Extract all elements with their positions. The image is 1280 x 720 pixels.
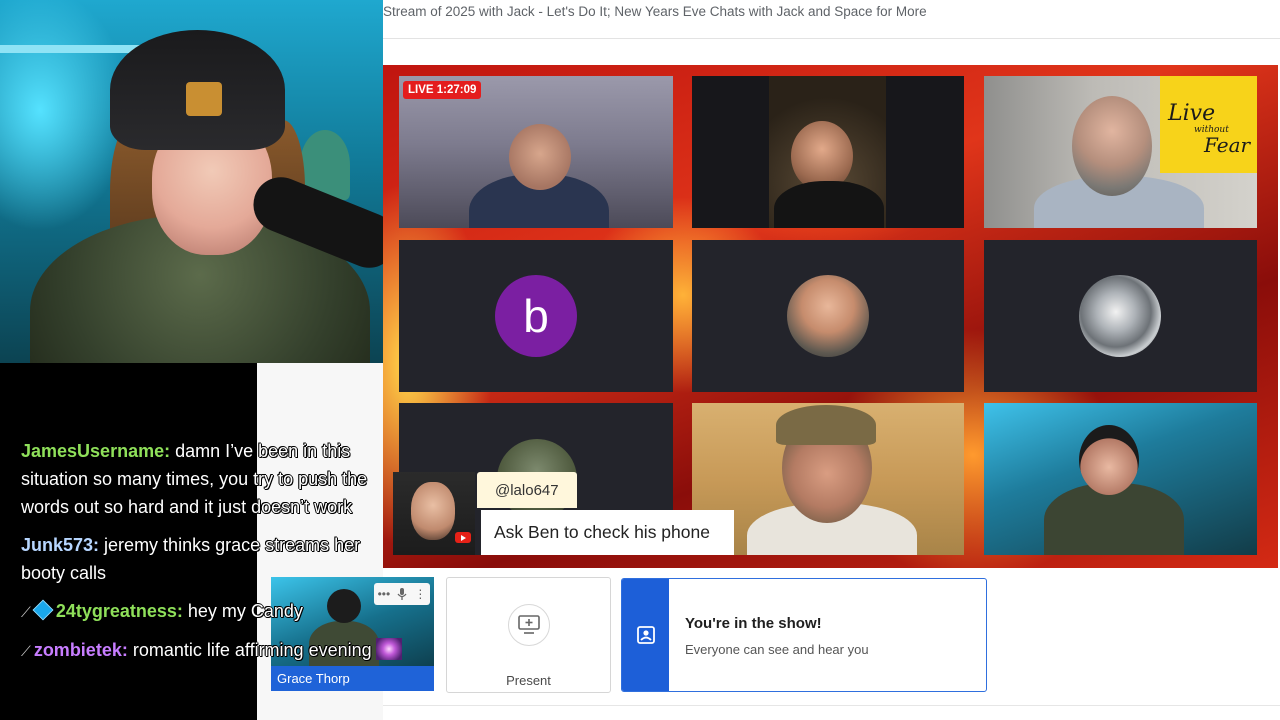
comment-text: Ask Ben to check his phone	[481, 510, 734, 555]
featured-comment: @lalo647 Ask Ben to check his phone	[393, 472, 734, 555]
in-show-status-card: You're in the show! Everyone can see and…	[621, 578, 987, 692]
cube-badge-icon	[32, 599, 54, 621]
commenter-thumbnail	[393, 472, 475, 555]
present-button[interactable]: Present	[446, 577, 611, 693]
youtube-icon	[455, 532, 471, 543]
participant-hat	[776, 405, 876, 445]
participant-tile-1[interactable]: LIVE 1:27:09	[399, 76, 673, 228]
avatar	[1079, 275, 1161, 357]
chat-message: Junk573: jeremy thinks grace streams her…	[21, 531, 403, 587]
chat-message: ⟋ 24tygreatness: hey my Candy	[21, 597, 403, 626]
participant-tile-6[interactable]	[984, 240, 1257, 392]
participant-tile-4[interactable]: b	[399, 240, 673, 392]
status-strip	[622, 579, 669, 691]
show-status-subtitle: Everyone can see and hear you	[685, 642, 869, 657]
beanie-patch	[186, 82, 222, 116]
participant-tile-5[interactable]	[692, 240, 964, 392]
present-screen-icon	[508, 604, 550, 646]
more-vert-icon[interactable]: ⋮	[414, 587, 426, 601]
studio-page: Stream of 2025 with Jack - Let's Do It; …	[383, 0, 1280, 720]
participant-face	[1079, 425, 1139, 495]
chat-username: 24tygreatness:	[55, 601, 183, 621]
comment-username: @lalo647	[477, 472, 577, 508]
show-logo: Live without Fear	[1160, 76, 1257, 173]
chat-text: hey my Candy	[182, 601, 303, 621]
show-status-title: You're in the show!	[685, 615, 822, 632]
avatar	[787, 275, 869, 357]
chat-text: romantic life affirming evening	[127, 640, 372, 660]
avatar: b	[495, 275, 577, 357]
live-without-fear-logo: Live without Fear	[1167, 101, 1252, 157]
bottom-divider	[383, 705, 1280, 706]
streamer-webcam	[0, 0, 383, 363]
participant-tile-2[interactable]	[692, 76, 964, 228]
participant-video	[769, 76, 886, 228]
background-shelf	[0, 45, 140, 53]
participant-face	[1072, 96, 1152, 196]
stage: LIVE 1:27:09 Live without Fear b @lalo64…	[383, 65, 1278, 568]
galaxy-emote-icon	[375, 638, 402, 660]
participant-figure	[774, 181, 884, 228]
chat-message: ⟋ zombietek: romantic life affirming even…	[21, 636, 403, 665]
chat-message: JamesUsername: damn I’ve been in this si…	[21, 437, 403, 521]
chat-username: zombietek:	[33, 640, 128, 660]
live-badge: LIVE 1:27:09	[403, 81, 482, 99]
stream-title: Stream of 2025 with Jack - Let's Do It; …	[383, 4, 927, 19]
logo-text-3: Fear	[1203, 133, 1252, 157]
participant-tile-3[interactable]: Live without Fear	[984, 76, 1257, 228]
sword-badge-icon: ⟋	[21, 604, 31, 620]
title-divider	[383, 38, 1280, 39]
participant-face	[509, 124, 571, 190]
present-label: Present	[506, 673, 551, 688]
chat-overlay: JamesUsername: damn I’ve been in this si…	[21, 437, 403, 675]
chat-username: JamesUsername:	[21, 441, 171, 461]
person-badge-icon	[636, 626, 655, 644]
logo-text-1: Live	[1167, 101, 1215, 126]
commenter-face	[411, 482, 455, 540]
chat-username: Junk573:	[21, 535, 100, 555]
participant-tile-9[interactable]	[984, 403, 1257, 555]
sword-badge-icon: ⟋	[21, 643, 31, 659]
